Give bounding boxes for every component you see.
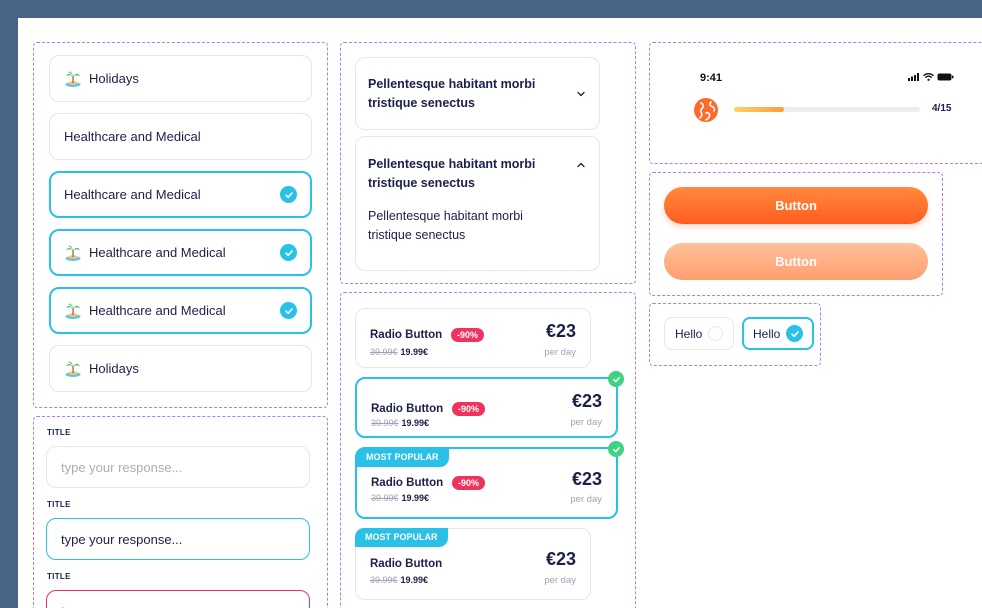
discount-badge: -90%	[452, 402, 486, 416]
chip-unselected[interactable]: Hello	[664, 317, 735, 350]
accordion-title: Pellentesque habitant morbi tristique se…	[368, 157, 536, 190]
island-icon	[64, 360, 82, 378]
most-popular-tag: MOST POPULAR	[356, 448, 449, 467]
price-card-price: €23	[571, 469, 602, 489]
option-label: Healthcare and Medical	[64, 129, 201, 144]
most-popular-tag: MOST POPULAR	[355, 528, 448, 547]
progress-fill	[734, 107, 784, 112]
price-card-name: Radio Button	[370, 329, 443, 341]
price-card-period: per day	[570, 494, 602, 505]
response-input-error[interactable]	[46, 590, 310, 608]
response-input[interactable]	[46, 446, 310, 488]
progress-counter: 4/15	[932, 103, 952, 114]
primary-button[interactable]: Button	[664, 187, 928, 224]
island-icon	[64, 70, 82, 88]
globe-icon	[694, 98, 718, 122]
field-title: TITLE	[47, 500, 71, 509]
price-card-period: per day	[544, 575, 576, 586]
price-card-selected[interactable]: Radio Button -90% 39.99€ 19.99€ €23 per d…	[355, 371, 624, 438]
checkmark-icon	[280, 186, 297, 203]
option-healthcare-emoji-selected[interactable]: Healthcare and Medical	[49, 229, 312, 276]
price-card-price: €23	[571, 391, 602, 411]
option-label: Healthcare and Medical	[89, 303, 226, 318]
system-icons	[908, 73, 954, 81]
price-card-price: €23	[545, 321, 576, 341]
accordion-item-expanded[interactable]: Pellentesque habitant morbi tristique se…	[355, 136, 600, 271]
price-card-price: €23	[545, 549, 576, 569]
checkmark-icon	[280, 244, 297, 261]
progress-bar	[734, 107, 920, 112]
radio-empty-icon	[708, 326, 724, 341]
price-card-period: per day	[570, 417, 602, 428]
accordion-body: Pellentesque habitant morbi tristique se…	[368, 209, 523, 242]
success-check-icon	[608, 441, 624, 457]
option-healthcare-emoji-selected-2[interactable]: Healthcare and Medical	[49, 287, 312, 334]
disabled-button[interactable]: Button	[664, 243, 928, 280]
option-label: Holidays	[89, 361, 139, 376]
success-check-icon	[608, 371, 624, 387]
field-title: TITLE	[47, 572, 71, 581]
option-healthcare[interactable]: Healthcare and Medical	[49, 113, 312, 160]
option-holidays-2[interactable]: Holidays	[49, 345, 312, 392]
option-healthcare-selected[interactable]: Healthcare and Medical	[49, 171, 312, 218]
chevron-down-icon	[577, 91, 585, 96]
chip-selected[interactable]: Hello	[742, 317, 815, 350]
price-card-prices: 39.99€ 19.99€	[370, 575, 429, 585]
island-icon	[64, 244, 82, 262]
frame-form	[33, 416, 328, 608]
option-label: Healthcare and Medical	[89, 245, 226, 260]
battery-icon	[937, 73, 954, 81]
checkmark-icon	[280, 302, 297, 319]
price-card-prices: 39.99€ 19.99€	[371, 493, 430, 503]
price-card-prices: 39.99€ 19.99€	[371, 418, 430, 428]
checkmark-icon	[786, 325, 804, 342]
accordion-item-collapsed[interactable]: Pellentesque habitant morbi tristique se…	[355, 57, 600, 130]
field-title: TITLE	[47, 428, 71, 437]
price-card-period: per day	[544, 347, 576, 358]
price-card-name: Radio Button	[370, 558, 443, 570]
response-input-active[interactable]	[46, 518, 310, 560]
option-label: Holidays	[89, 71, 139, 86]
wifi-icon	[923, 73, 934, 81]
status-time: 9:41	[700, 72, 723, 84]
discount-badge: -90%	[451, 328, 485, 342]
chip-label: Hello	[753, 326, 781, 341]
chip-label: Hello	[675, 326, 703, 341]
signal-icon	[908, 73, 919, 81]
option-label: Healthcare and Medical	[64, 187, 201, 202]
price-card-name: Radio Button	[371, 477, 444, 489]
accordion-title: Pellentesque habitant morbi tristique se…	[368, 76, 536, 110]
discount-badge: -90%	[452, 476, 486, 490]
price-card-name: Radio Button	[371, 403, 444, 415]
price-card-prices: 39.99€ 19.99€	[370, 347, 429, 357]
chevron-up-icon	[577, 162, 585, 168]
design-canvas: Holidays Healthcare and Medical Healthca…	[18, 18, 982, 608]
option-holidays[interactable]: Holidays	[49, 55, 312, 102]
island-icon	[64, 302, 82, 320]
price-card-popular[interactable]: MOST POPULAR Radio Button 39.99€ 19.99€ €…	[355, 528, 591, 600]
price-card-popular-selected[interactable]: MOST POPULAR Radio Button -90% 39.99€ 19.…	[355, 441, 624, 519]
price-card[interactable]: Radio Button -90% 39.99€ 19.99€ €23 per d…	[355, 308, 591, 368]
